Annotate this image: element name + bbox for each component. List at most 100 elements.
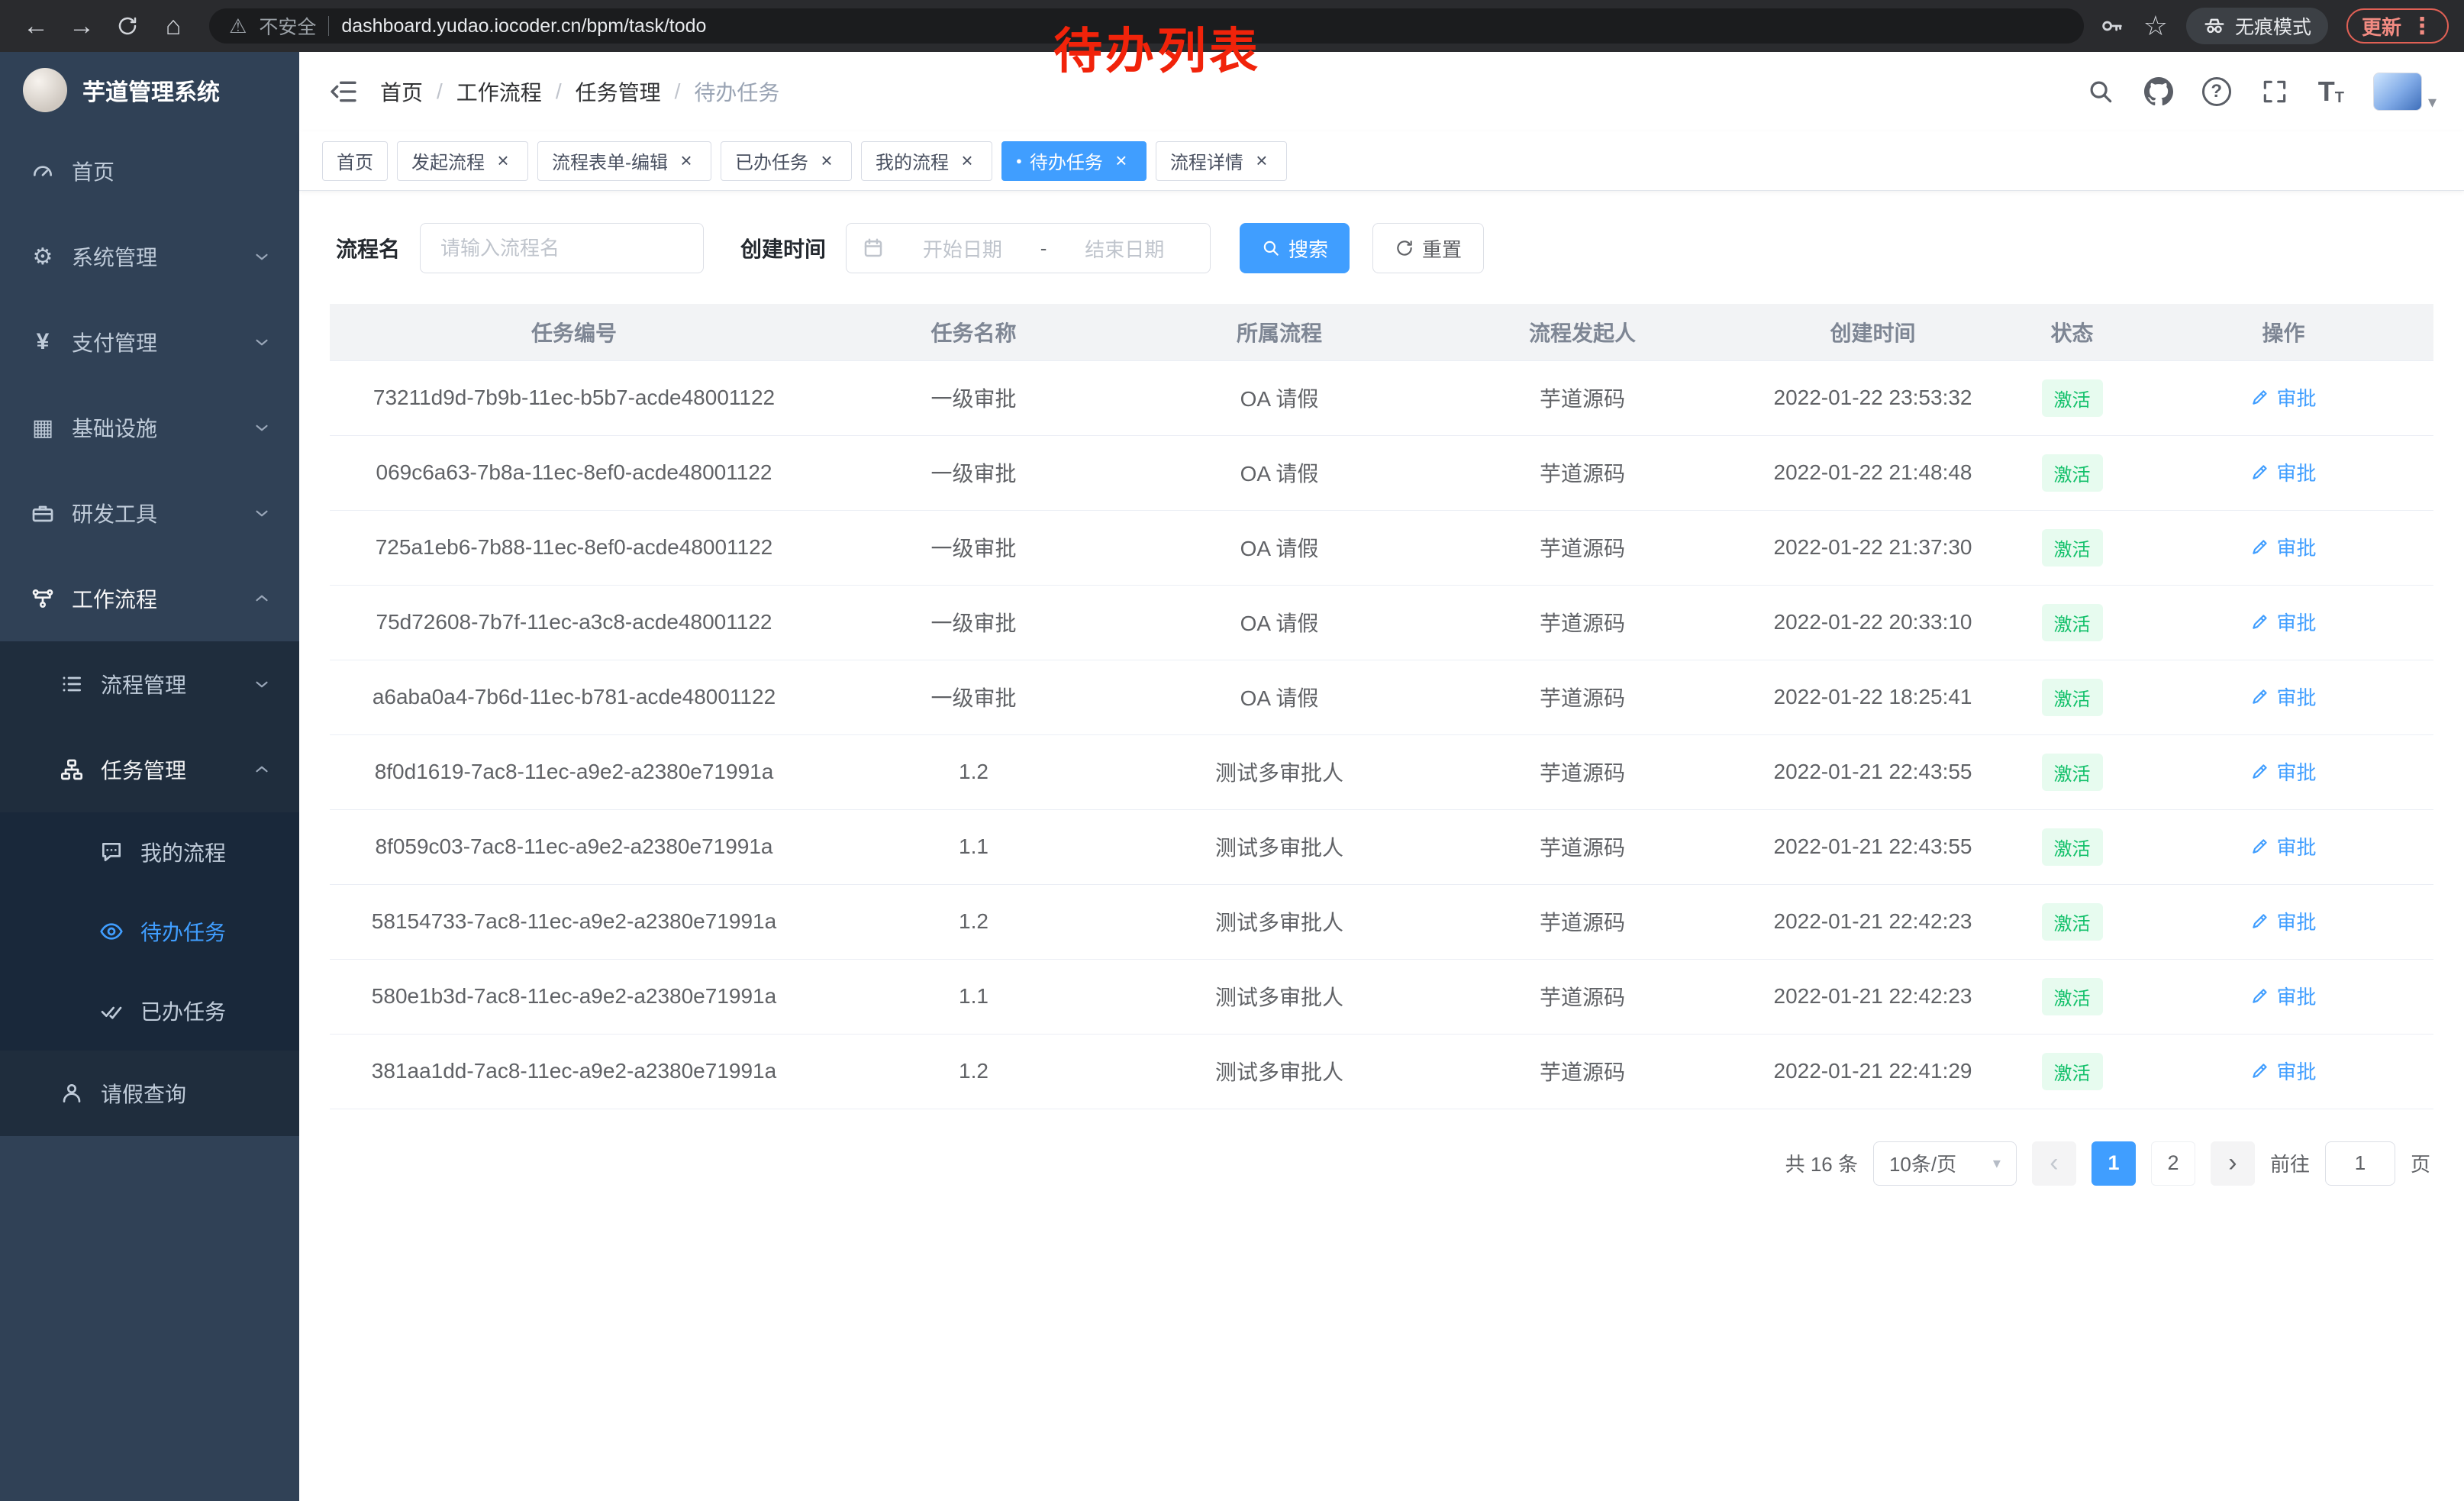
user-menu[interactable]: ▾ bbox=[2373, 73, 2437, 111]
cell-task-id: 8f059c03-7ac8-11ec-a9e2-a2380e71991a bbox=[330, 809, 818, 884]
breadcrumb-item-home[interactable]: 首页 bbox=[380, 76, 423, 107]
reload-button[interactable] bbox=[107, 5, 148, 47]
approve-link[interactable]: 审批 bbox=[2250, 683, 2316, 711]
approve-link[interactable]: 审批 bbox=[2250, 533, 2316, 561]
annotation-overlay: 待办列表 bbox=[1053, 12, 1261, 82]
cell-task-id: 75d72608-7b7f-11ec-a3c8-acde48001122 bbox=[330, 585, 818, 660]
cell-process: OA 请假 bbox=[1129, 360, 1430, 435]
approve-link[interactable]: 审批 bbox=[2250, 982, 2316, 1010]
approve-label: 审批 bbox=[2276, 383, 2316, 412]
sidebar-item-my-process[interactable]: 我的流程 bbox=[0, 812, 299, 892]
sidebar-item-process-management[interactable]: 流程管理 bbox=[0, 641, 299, 727]
sidebar-item-system-management[interactable]: ⚙ 系统管理 bbox=[0, 214, 299, 299]
github-icon[interactable] bbox=[2144, 77, 2173, 106]
todo-table-wrap: 任务编号 任务名称 所属流程 流程发起人 创建时间 状态 操作 73211d9d… bbox=[330, 304, 2433, 1109]
chevron-up-icon bbox=[252, 589, 272, 608]
close-icon[interactable]: × bbox=[1111, 150, 1132, 172]
forward-button[interactable]: → bbox=[61, 5, 102, 47]
back-button[interactable]: ← bbox=[15, 5, 56, 47]
prev-page-button[interactable]: ‹ bbox=[2032, 1141, 2076, 1186]
approve-link[interactable]: 审批 bbox=[2250, 832, 2316, 860]
sidebar-item-infrastructure[interactable]: ▦ 基础设施 bbox=[0, 385, 299, 470]
reset-button[interactable]: 重置 bbox=[1372, 223, 1484, 273]
sidebar-item-workflow[interactable]: 工作流程 bbox=[0, 556, 299, 641]
tab-form-edit[interactable]: 流程表单-编辑 × bbox=[537, 141, 711, 181]
browser-update-button[interactable]: 更新 ⋮ bbox=[2346, 8, 2449, 44]
page-number-2[interactable]: 2 bbox=[2151, 1141, 2195, 1186]
close-icon[interactable]: × bbox=[492, 150, 514, 172]
incognito-badge: 无痕模式 bbox=[2186, 8, 2328, 44]
bookmark-star-icon[interactable]: ☆ bbox=[2143, 10, 2168, 42]
dashboard-icon bbox=[27, 159, 58, 183]
chevron-down-icon bbox=[252, 247, 272, 266]
approve-link[interactable]: 审批 bbox=[2250, 907, 2316, 935]
sidebar-item-label: 工作流程 bbox=[72, 583, 157, 614]
cell-task-name: 1.1 bbox=[818, 809, 1129, 884]
search-icon[interactable] bbox=[2086, 77, 2115, 106]
process-list-icon bbox=[56, 672, 87, 696]
table-row: 73211d9d-7b9b-11ec-b5b7-acde48001122 一级审… bbox=[330, 360, 2433, 435]
sidebar-item-label: 支付管理 bbox=[72, 327, 157, 357]
chevron-down-icon bbox=[252, 418, 272, 437]
next-page-button[interactable]: › bbox=[2211, 1141, 2255, 1186]
page-size-select[interactable]: 10条/页 ▾ bbox=[1873, 1141, 2017, 1186]
approve-link[interactable]: 审批 bbox=[2250, 608, 2316, 636]
page-number-1[interactable]: 1 bbox=[2091, 1141, 2136, 1186]
sidebar-item-payment-management[interactable]: ¥ 支付管理 bbox=[0, 299, 299, 385]
tab-home[interactable]: 首页 bbox=[322, 141, 388, 181]
cell-task-name: 一级审批 bbox=[818, 360, 1129, 435]
font-size-icon[interactable]: TT bbox=[2318, 78, 2344, 105]
incognito-label: 无痕模式 bbox=[2235, 12, 2311, 40]
status-badge: 激活 bbox=[2042, 454, 2103, 492]
cell-create-time: 2022-01-22 23:53:32 bbox=[1735, 360, 2011, 435]
close-icon[interactable]: × bbox=[816, 150, 837, 172]
approve-link[interactable]: 审批 bbox=[2250, 458, 2316, 486]
cell-starter: 芋道源码 bbox=[1430, 435, 1735, 510]
cell-task-id: 381aa1dd-7ac8-11ec-a9e2-a2380e71991a bbox=[330, 1034, 818, 1109]
yen-icon: ¥ bbox=[27, 329, 58, 355]
sidebar-item-done-tasks[interactable]: 已办任务 bbox=[0, 971, 299, 1051]
home-button[interactable]: ⌂ bbox=[153, 5, 194, 47]
workflow-icon bbox=[27, 586, 58, 611]
approve-link[interactable]: 审批 bbox=[2250, 757, 2316, 786]
process-name-input[interactable] bbox=[420, 223, 704, 273]
tab-start-process[interactable]: 发起流程 × bbox=[397, 141, 528, 181]
sidebar: 芋道管理系统 首页 ⚙ 系统管理 ¥ 支付管理 ▦ 基础设施 bbox=[0, 52, 299, 1501]
cell-task-name: 1.1 bbox=[818, 959, 1129, 1034]
user-avatar[interactable] bbox=[2373, 73, 2422, 111]
fullscreen-icon[interactable] bbox=[2260, 77, 2289, 106]
breadcrumb-item-task-management[interactable]: 任务管理 bbox=[576, 76, 661, 107]
approve-link[interactable]: 审批 bbox=[2250, 383, 2316, 412]
header-actions: ? TT ▾ bbox=[2086, 73, 2437, 111]
tab-label: 待办任务 bbox=[1030, 147, 1103, 174]
approve-link[interactable]: 审批 bbox=[2250, 1057, 2316, 1085]
sidebar-collapse-icon[interactable] bbox=[327, 75, 360, 108]
tab-done-tasks[interactable]: 已办任务 × bbox=[721, 141, 852, 181]
tab-process-detail[interactable]: 流程详情 × bbox=[1156, 141, 1287, 181]
goto-page-input[interactable] bbox=[2325, 1141, 2395, 1186]
cell-task-name: 一级审批 bbox=[818, 660, 1129, 734]
sidebar-item-leave-query[interactable]: 请假查询 bbox=[0, 1051, 299, 1136]
menu-kebab-icon[interactable]: ⋮ bbox=[2411, 13, 2433, 40]
column-header-task-name: 任务名称 bbox=[818, 304, 1129, 360]
tab-my-process[interactable]: 我的流程 × bbox=[861, 141, 992, 181]
search-button[interactable]: 搜索 bbox=[1240, 223, 1350, 273]
password-key-icon[interactable] bbox=[2099, 13, 2125, 39]
help-icon[interactable]: ? bbox=[2202, 77, 2231, 106]
sidebar-item-task-management[interactable]: 任务管理 bbox=[0, 727, 299, 812]
cell-task-name: 一级审批 bbox=[818, 510, 1129, 585]
sidebar-item-dev-tools[interactable]: 研发工具 bbox=[0, 470, 299, 556]
chevron-down-icon bbox=[252, 674, 272, 694]
sidebar-item-home[interactable]: 首页 bbox=[0, 128, 299, 214]
close-icon[interactable]: × bbox=[676, 150, 697, 172]
sidebar-item-todo-tasks[interactable]: 待办任务 bbox=[0, 892, 299, 971]
cell-create-time: 2022-01-21 22:41:29 bbox=[1735, 1034, 2011, 1109]
close-icon[interactable]: × bbox=[1251, 150, 1272, 172]
breadcrumb-item-workflow[interactable]: 工作流程 bbox=[456, 76, 542, 107]
active-tab-dot: ● bbox=[1016, 156, 1022, 166]
date-range-picker[interactable]: 开始日期 - 结束日期 bbox=[846, 223, 1211, 273]
close-icon[interactable]: × bbox=[956, 150, 978, 172]
cell-task-id: 580e1b3d-7ac8-11ec-a9e2-a2380e71991a bbox=[330, 959, 818, 1034]
tab-todo-tasks[interactable]: ● 待办任务 × bbox=[1001, 141, 1147, 181]
user-icon bbox=[56, 1081, 87, 1106]
